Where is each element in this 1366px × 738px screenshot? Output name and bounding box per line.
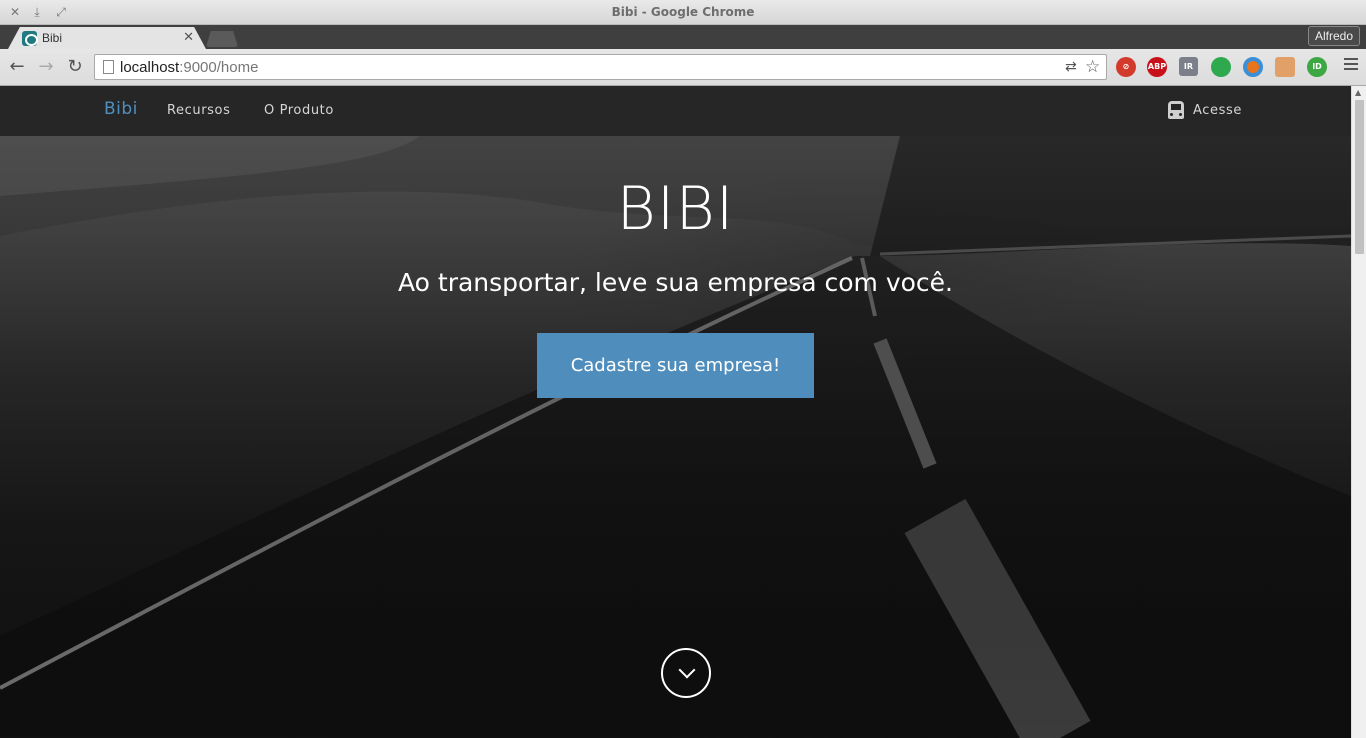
new-tab-button[interactable]: [206, 31, 238, 47]
hero-section: BIBI Ao transportar, leve sua empresa co…: [0, 136, 1351, 738]
nav-link-recursos[interactable]: Recursos: [167, 103, 230, 118]
tab-bibi[interactable]: Bibi ✕: [8, 27, 206, 49]
tab-title: Bibi: [42, 31, 63, 45]
color-picker-icon[interactable]: [1243, 57, 1263, 77]
bus-icon: [1168, 101, 1184, 119]
tab-close-icon[interactable]: ✕: [183, 30, 194, 45]
scrollbar-thumb[interactable]: [1355, 100, 1364, 254]
browser-toolbar: ← → ↻ localhost:9000/home ⇄ ☆ ⊘ ABP IR I…: [0, 49, 1366, 86]
bookmark-star-icon[interactable]: ☆: [1085, 57, 1100, 77]
url-text: localhost:9000/home: [120, 59, 259, 76]
scroll-up-icon[interactable]: ▲: [1355, 88, 1361, 97]
hero-title: BIBI: [616, 174, 735, 244]
ir-extension-icon[interactable]: IR: [1179, 57, 1198, 76]
page-icon: [103, 60, 114, 74]
hero-subtitle: Ao transportar, leve sua empresa com voc…: [397, 268, 953, 297]
chevron-down-icon[interactable]: [661, 648, 711, 698]
bibi-favicon-icon: [22, 31, 37, 46]
window-title: Bibi - Google Chrome: [611, 5, 755, 19]
site-navbar: Bibi Recursos O Produto Acesse: [0, 86, 1351, 136]
address-bar[interactable]: localhost:9000/home ⇄ ☆: [94, 54, 1107, 80]
page-scrollbar[interactable]: ▲: [1351, 86, 1366, 738]
extension-red-icon[interactable]: ⊘: [1116, 57, 1136, 77]
tab-strip: Bibi ✕ Alfredo: [0, 25, 1366, 49]
reload-icon[interactable]: ↻: [64, 56, 86, 78]
register-company-button[interactable]: Cadastre sua empresa!: [537, 333, 814, 398]
translate-icon[interactable]: ⇄: [1065, 59, 1077, 75]
login-link[interactable]: Acesse: [1193, 103, 1242, 118]
profile-button[interactable]: Alfredo: [1307, 26, 1360, 46]
character-extension-icon[interactable]: [1275, 57, 1295, 77]
nav-link-o-produto[interactable]: O Produto: [264, 103, 334, 118]
adblock-icon[interactable]: ABP: [1147, 57, 1167, 77]
forward-icon[interactable]: →: [35, 56, 57, 78]
evernote-icon[interactable]: [1211, 57, 1231, 77]
page-viewport: Bibi Recursos O Produto Acesse BIBI Ao t…: [0, 86, 1351, 738]
chrome-menu-icon[interactable]: [1344, 58, 1358, 73]
id-extension-icon[interactable]: ID: [1307, 57, 1327, 77]
window-title-bar: ✕ ⤓ ⤢ Bibi - Google Chrome: [0, 0, 1366, 25]
brand-link[interactable]: Bibi: [104, 99, 138, 119]
back-icon[interactable]: ←: [6, 56, 28, 78]
